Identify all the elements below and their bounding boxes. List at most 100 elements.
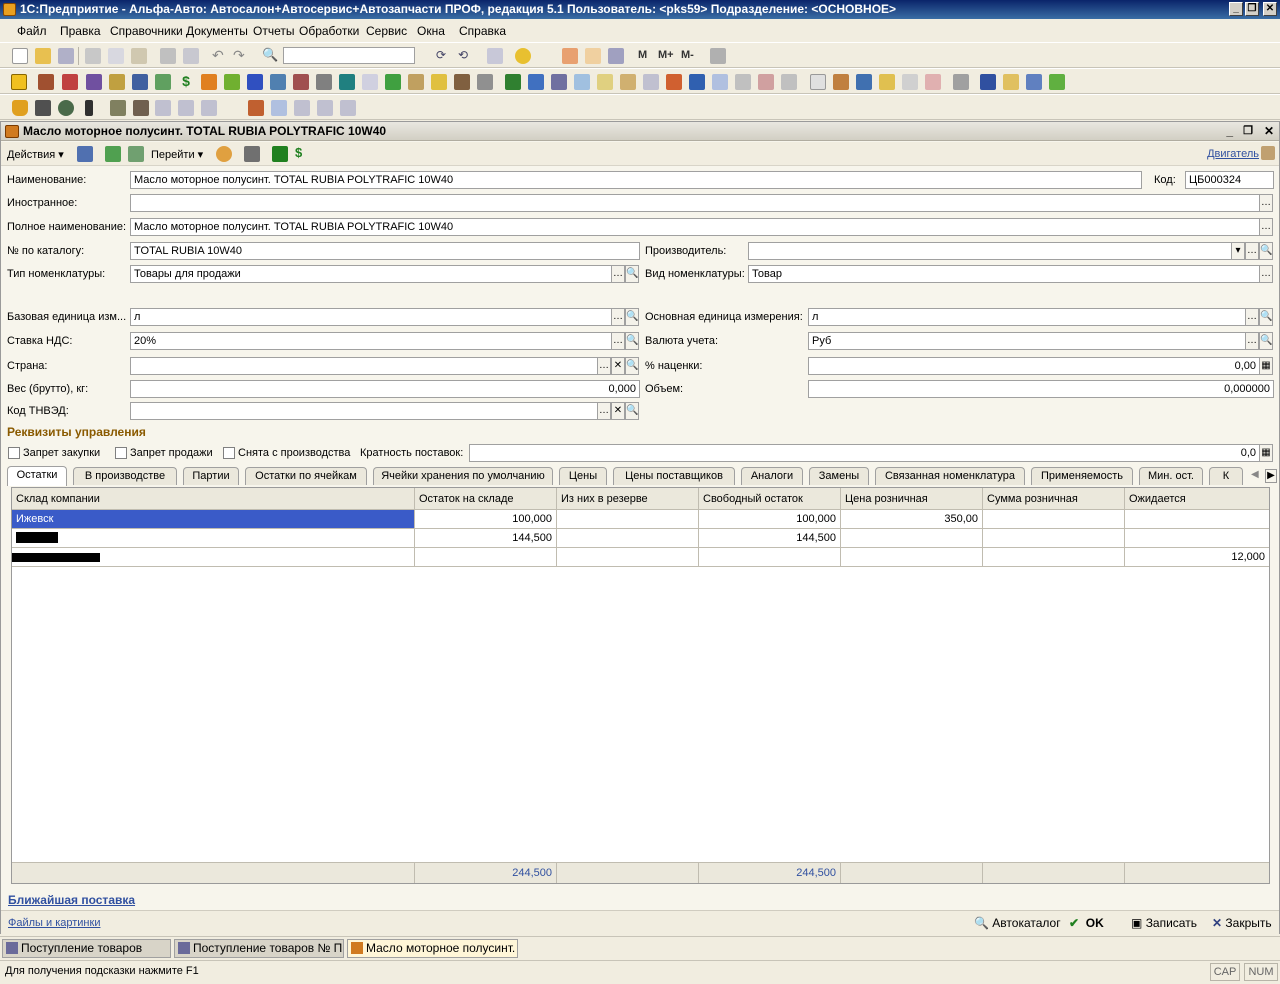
waybill-f-icon[interactable]: [340, 100, 356, 116]
maker-dropdown-button[interactable]: ▾: [1231, 242, 1245, 260]
calendar-icon[interactable]: [585, 48, 601, 64]
name-field[interactable]: Масло моторное полусинт. TOTAL RUBIA POL…: [130, 171, 1142, 189]
foreign-field[interactable]: [130, 194, 1260, 212]
wrench-icon[interactable]: [110, 100, 126, 116]
money-icon[interactable]: [224, 74, 240, 90]
folder-icon[interactable]: [408, 74, 424, 90]
stamp-icon[interactable]: [454, 74, 470, 90]
open-icon[interactable]: [35, 48, 51, 64]
cell-expected[interactable]: [1125, 510, 1269, 529]
vat-field[interactable]: 20%: [130, 332, 612, 350]
country-search-icon[interactable]: 🔍: [625, 357, 639, 375]
house-icon[interactable]: [62, 74, 78, 90]
tab-supplier-prices[interactable]: Цены поставщиков: [613, 467, 735, 485]
hammer-icon[interactable]: [133, 100, 149, 116]
base-unit-search-icon[interactable]: 🔍: [625, 308, 639, 326]
cashbox-icon[interactable]: [270, 74, 286, 90]
ok-button[interactable]: ✔ OK: [1069, 916, 1104, 930]
team-icon[interactable]: [1026, 74, 1042, 90]
col-retail-sum[interactable]: Сумма розничная: [983, 488, 1125, 510]
menu-processing[interactable]: Обработки: [299, 24, 359, 38]
car-icon[interactable]: [132, 74, 148, 90]
cell-reserved[interactable]: [557, 510, 699, 529]
new-icon[interactable]: [12, 48, 28, 64]
nearest-delivery-link[interactable]: Ближайшая поставка: [8, 893, 135, 907]
scale-icon[interactable]: [551, 74, 567, 90]
briefcase-icon[interactable]: [1003, 74, 1019, 90]
waybill-add-icon[interactable]: [735, 74, 751, 90]
dk-icon[interactable]: [925, 74, 941, 90]
cell-reserved[interactable]: [557, 548, 699, 567]
type-search-icon[interactable]: 🔍: [625, 265, 639, 283]
base-unit-field[interactable]: л: [130, 308, 612, 326]
col-warehouse[interactable]: Склад компании: [12, 488, 415, 510]
task-receipt-doc[interactable]: Поступление товаров № П...: [174, 939, 344, 958]
waybill-icon[interactable]: [781, 74, 797, 90]
tnved-field[interactable]: [130, 402, 598, 420]
vat-search-icon[interactable]: 🔍: [625, 332, 639, 350]
memory-minus-button[interactable]: M-: [681, 50, 694, 61]
cards-icon[interactable]: [201, 74, 217, 90]
save-close-icon[interactable]: [77, 146, 93, 162]
memory-plus-button[interactable]: M+: [658, 50, 674, 61]
col-stock[interactable]: Остаток на складе: [415, 488, 557, 510]
cell-warehouse[interactable]: Ижевск: [12, 510, 415, 529]
menu-edit[interactable]: Правка: [60, 24, 101, 38]
tool-icon[interactable]: [85, 100, 93, 116]
cell-retail-sum[interactable]: [983, 548, 1125, 567]
tab-replacements[interactable]: Замены: [809, 467, 869, 485]
find-prev-icon[interactable]: ⟲: [458, 48, 474, 64]
tab-prices[interactable]: Цены: [559, 467, 607, 485]
restore-button[interactable]: ❐: [1245, 2, 1259, 16]
calculator-icon[interactable]: [562, 48, 578, 64]
cell-retail-sum[interactable]: [983, 529, 1125, 548]
cell-retail-price[interactable]: 350,00: [841, 510, 983, 529]
currency-field[interactable]: Руб: [808, 332, 1246, 350]
cell-stock[interactable]: 144,500: [415, 529, 557, 548]
paste-icon[interactable]: [131, 48, 147, 64]
minimize-button[interactable]: _: [1229, 2, 1243, 16]
country-clear-icon[interactable]: ✕: [611, 357, 625, 375]
col-free[interactable]: Свободный остаток: [699, 488, 841, 510]
cell-free[interactable]: 100,000: [699, 510, 841, 529]
menu-file[interactable]: Файл: [17, 24, 47, 38]
catalog-field[interactable]: TOTAL RUBIA 10W40: [130, 242, 640, 260]
col-retail-price[interactable]: Цена розничная: [841, 488, 983, 510]
tab-min-balance[interactable]: Мин. ост.: [1139, 467, 1203, 485]
waybill-c-icon[interactable]: [201, 100, 217, 116]
info-icon[interactable]: [515, 48, 531, 64]
tnved-clear-icon[interactable]: ✕: [611, 402, 625, 420]
kind-field[interactable]: Товар: [748, 265, 1260, 283]
ban-purchase-checkbox[interactable]: [8, 447, 20, 459]
structure-grid-icon[interactable]: [244, 146, 260, 162]
multiplicity-field[interactable]: 0,0: [469, 444, 1260, 462]
main-unit-search-icon[interactable]: 🔍: [1259, 308, 1273, 326]
form-restore-button[interactable]: ❐: [1243, 122, 1253, 141]
cell-stock[interactable]: 100,000: [415, 510, 557, 529]
find-icon[interactable]: 🔍: [262, 48, 278, 64]
type-select-button[interactable]: …: [611, 265, 625, 283]
cell-retail-sum[interactable]: [983, 510, 1125, 529]
tab-related[interactable]: Связанная номенклатура: [875, 467, 1025, 485]
tab-analogs[interactable]: Аналоги: [741, 467, 803, 485]
chart-icon[interactable]: [431, 74, 447, 90]
windows-icon[interactable]: [487, 48, 503, 64]
people-icon[interactable]: [247, 74, 263, 90]
stack-icon[interactable]: [620, 74, 636, 90]
menu-reports[interactable]: Отчеты: [253, 24, 294, 38]
tab-balances[interactable]: Остатки: [7, 466, 67, 486]
preview-icon[interactable]: [183, 48, 199, 64]
cell-expected[interactable]: [1125, 529, 1269, 548]
currency-search-icon[interactable]: 🔍: [1259, 332, 1273, 350]
memory-m-button[interactable]: M: [638, 50, 647, 61]
waybill-remove-icon[interactable]: [758, 74, 774, 90]
box-icon[interactable]: [109, 74, 125, 90]
tab-more[interactable]: К: [1209, 467, 1243, 485]
task-oil-item[interactable]: Масло моторное полусинт. ...: [347, 939, 518, 958]
files-link[interactable]: Файлы и картинки: [8, 917, 100, 929]
undo-icon[interactable]: ↶: [212, 48, 228, 64]
tabs-scroll-right-icon[interactable]: ▶: [1265, 469, 1277, 483]
form-close-button[interactable]: ✕: [1264, 122, 1274, 141]
menu-windows[interactable]: Окна: [417, 24, 445, 38]
cell-stock[interactable]: [415, 548, 557, 567]
